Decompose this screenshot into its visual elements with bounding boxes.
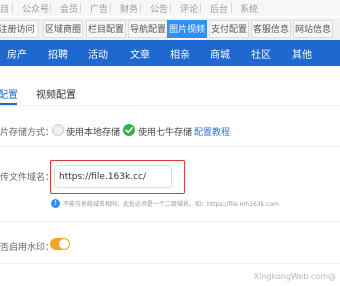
divider xyxy=(80,3,81,13)
nav-item-articles[interactable]: 文章 xyxy=(130,46,150,61)
divider xyxy=(0,263,340,264)
subtab-video-config[interactable]: 视频配置 xyxy=(36,86,76,101)
info-icon: ! xyxy=(51,199,60,208)
tab-customer-service[interactable]: 客服信息 xyxy=(251,20,291,38)
radio-local-storage[interactable] xyxy=(52,124,64,136)
upload-domain-input[interactable] xyxy=(54,165,172,188)
radio-local-storage-label[interactable]: 使用本地存储 xyxy=(66,125,120,138)
divider xyxy=(0,221,340,222)
upload-domain-hint: 不能与系统域名相同，此处必须是一个二级域名。如：https://file.mh1… xyxy=(63,201,279,208)
top-nav-item[interactable]: 会员 xyxy=(60,2,78,15)
config-tutorial-link[interactable]: 配置教程 xyxy=(194,125,230,138)
nav-item-dating[interactable]: 相亲 xyxy=(170,46,190,61)
top-nav-item[interactable]: 公众号 xyxy=(22,2,49,15)
top-nav-item[interactable]: 财务 xyxy=(120,2,138,15)
tab-column-config[interactable]: 栏目配置 xyxy=(86,20,126,38)
tab-payment-config[interactable]: 支付配置 xyxy=(209,20,249,38)
nav-item-mall[interactable]: 商城 xyxy=(210,46,230,61)
nav-item-other[interactable]: 其他 xyxy=(292,46,312,61)
divider xyxy=(170,3,171,13)
nav-item-house[interactable]: 房产 xyxy=(7,46,27,61)
tab-site-info[interactable]: 网站信息 xyxy=(293,20,333,38)
top-nav-item[interactable]: 公告 xyxy=(150,2,168,15)
nav-item-jobs[interactable]: 招聘 xyxy=(48,46,68,61)
watermark-label: 否启用水印： xyxy=(0,243,55,253)
divider xyxy=(50,3,51,13)
upload-domain-label: 传文件域名： xyxy=(0,173,55,183)
top-nav-item[interactable]: 系统 xyxy=(240,2,258,15)
top-nav-item[interactable]: 后台 xyxy=(210,2,228,15)
divider xyxy=(12,3,13,13)
check-icon xyxy=(125,127,133,134)
radio-qiniu-storage[interactable] xyxy=(123,124,135,136)
storage-method-label: 片存储方式： xyxy=(0,128,55,138)
tab-region[interactable]: 区域商圈 xyxy=(43,20,83,38)
divider xyxy=(200,3,201,13)
top-nav: 目 公众号 会员 广告 财务 公告 评论 后台 系统 xyxy=(0,0,340,16)
subtab-image-config[interactable]: 配置 xyxy=(0,86,18,101)
top-nav-item[interactable]: 广告 xyxy=(90,2,108,15)
tab-register-visit[interactable]: 注册访问 xyxy=(0,20,39,38)
toggle-knob xyxy=(59,239,69,249)
divider xyxy=(110,3,111,13)
tab-nav-config[interactable]: 导航配置 xyxy=(128,20,168,38)
divider xyxy=(231,3,232,13)
divider xyxy=(0,105,340,106)
tab-image-video[interactable]: 图片视频 xyxy=(167,20,207,38)
radio-qiniu-storage-label[interactable]: 使用七牛存储 xyxy=(138,125,192,138)
divider xyxy=(0,146,340,147)
top-nav-item[interactable]: 目 xyxy=(0,2,9,15)
top-nav-item[interactable]: 评论 xyxy=(180,2,198,15)
nav-item-events[interactable]: 活动 xyxy=(88,46,108,61)
nav-item-community[interactable]: 社区 xyxy=(251,46,271,61)
divider xyxy=(140,3,141,13)
site-watermark: XingkongWeb.com@ xyxy=(253,272,336,281)
